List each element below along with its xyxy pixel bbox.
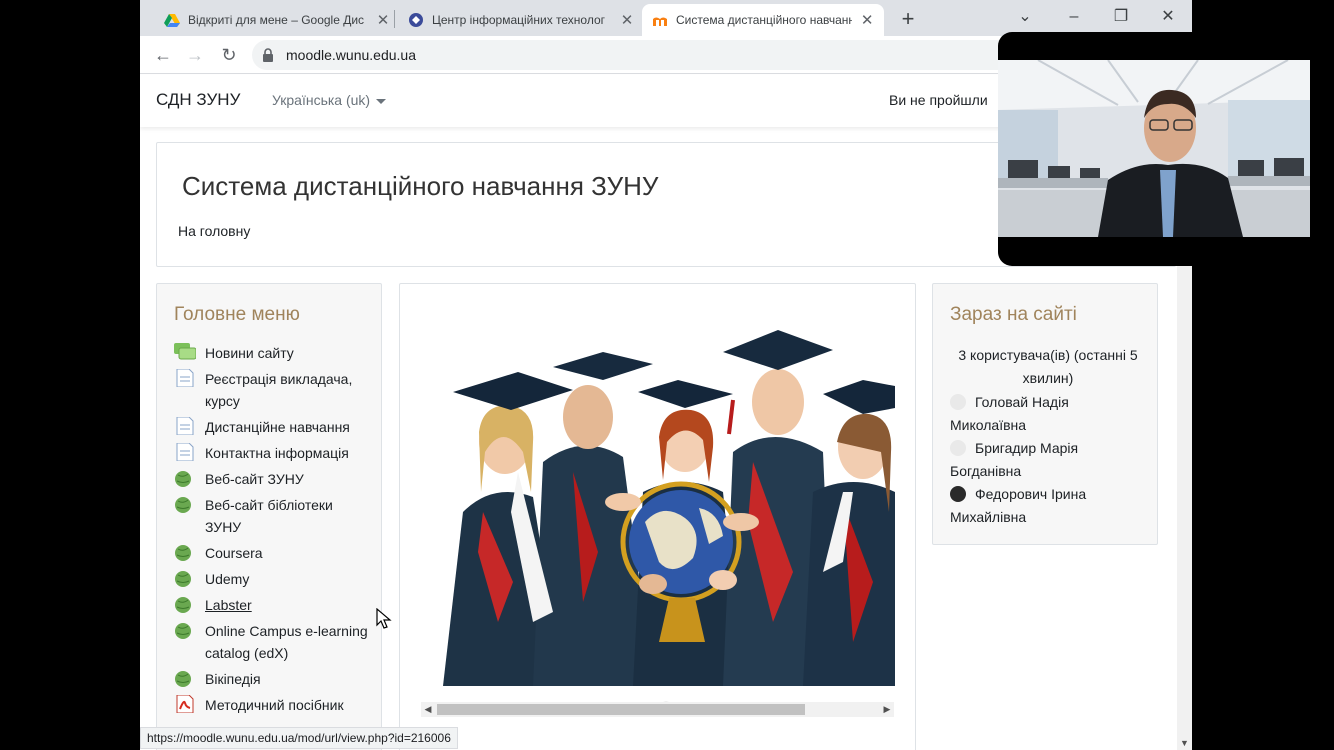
graduates-globe-photo bbox=[423, 322, 895, 686]
url-globe-icon bbox=[175, 671, 191, 687]
menu-item-label: Контактна інформація bbox=[205, 445, 349, 461]
online-user[interactable]: Головай Надія Миколаївна bbox=[950, 391, 1146, 437]
menu-item-label: Udemy bbox=[205, 571, 250, 587]
breadcrumb-home[interactable]: На головну bbox=[178, 223, 250, 239]
menu-item-labster[interactable]: Labster bbox=[174, 594, 370, 616]
back-button[interactable]: ← bbox=[152, 44, 174, 66]
screen: Відкриті для мене – Google Дис ✕ Центр і… bbox=[0, 0, 1334, 750]
horizontal-scrollbar[interactable]: ◀ ▶ bbox=[421, 702, 894, 717]
online-users-block: Зараз на сайті 3 користувача(ів) (останн… bbox=[932, 283, 1158, 545]
menu-item-news[interactable]: Новини сайту bbox=[174, 342, 370, 364]
url-globe-icon bbox=[175, 623, 191, 639]
google-drive-icon bbox=[164, 14, 180, 27]
slider-block: ◀ ▶ bbox=[399, 283, 916, 750]
site-brand[interactable]: СДН ЗУНУ bbox=[156, 90, 240, 110]
mouse-cursor-icon bbox=[376, 608, 392, 629]
menu-item-label: Веб-сайт бібліотеки ЗУНУ bbox=[205, 497, 333, 535]
tab-it-center[interactable]: Центр інформаційних технолог ✕ bbox=[398, 4, 644, 36]
menu-item-label: Coursera bbox=[205, 545, 263, 561]
url-globe-icon bbox=[175, 571, 191, 587]
scroll-down-icon[interactable]: ▼ bbox=[1177, 738, 1192, 748]
menu-item-distance-learning[interactable]: Дистанційне навчання bbox=[174, 416, 370, 438]
url-globe-icon bbox=[175, 597, 191, 613]
menu-item-label: Методичний посібник bbox=[205, 697, 344, 713]
language-label: Українська (uk) bbox=[272, 92, 371, 108]
tab-title: Відкриті для мене – Google Дис bbox=[188, 13, 365, 27]
menu-item-edx[interactable]: Online Campus e-learning catalog (edX) bbox=[174, 620, 370, 664]
block-title: Головне меню bbox=[174, 304, 300, 325]
tab-title: Система дистанційного навчання bbox=[676, 13, 853, 27]
page-icon bbox=[176, 417, 194, 435]
user-name: Бригадир Марія Богданівна bbox=[950, 440, 1079, 479]
photo-avatar-icon bbox=[950, 486, 966, 502]
minimize-button[interactable]: – bbox=[1051, 4, 1097, 30]
url-globe-icon bbox=[175, 497, 191, 513]
tab-close-icon[interactable]: ✕ bbox=[620, 11, 634, 29]
default-avatar-icon bbox=[950, 394, 966, 410]
menu-item-label: Реєстрація викладача, курсу bbox=[205, 371, 353, 409]
moodle-favicon-icon bbox=[653, 17, 667, 26]
scroll-right-icon[interactable]: ▶ bbox=[880, 702, 894, 717]
lock-icon bbox=[263, 48, 273, 62]
tab-moodle[interactable]: Система дистанційного навчання ✕ bbox=[642, 4, 884, 36]
url-globe-icon bbox=[175, 471, 191, 487]
menu-item-registration[interactable]: Реєстрація викладача, курсу bbox=[174, 368, 370, 412]
online-user[interactable]: Федорович Ірина Михайлівна bbox=[950, 483, 1146, 529]
url-text: moodle.wunu.edu.ua bbox=[286, 47, 416, 63]
page-icon bbox=[176, 443, 194, 461]
main-menu-list: Новини сайту Реєстрація викладача, курсу… bbox=[174, 342, 370, 720]
main-menu-block: Головне меню Новини сайту Реєстрація вик… bbox=[156, 283, 382, 750]
menu-item-manual[interactable]: Методичний посібник bbox=[174, 694, 370, 716]
webcam-overlay bbox=[998, 32, 1326, 266]
forward-button[interactable]: → bbox=[184, 44, 206, 66]
menu-item-contacts[interactable]: Контактна інформація bbox=[174, 442, 370, 464]
tab-title: Центр інформаційних технолог bbox=[432, 13, 606, 27]
user-name: Головай Надія Миколаївна bbox=[950, 394, 1069, 433]
block-title: Зараз на сайті bbox=[950, 304, 1077, 325]
tab-strip: Відкриті для мене – Google Дис ✕ Центр і… bbox=[140, 0, 1192, 36]
user-name: Федорович Ірина Михайлівна bbox=[950, 486, 1087, 525]
online-user[interactable]: Бригадир Марія Богданівна bbox=[950, 437, 1146, 483]
tab-search-chevron-icon[interactable]: ⌄ bbox=[1002, 4, 1048, 30]
page-icon bbox=[176, 369, 194, 387]
menu-item-label: Дистанційне навчання bbox=[205, 419, 350, 435]
tab-close-icon[interactable]: ✕ bbox=[860, 11, 874, 29]
new-tab-button[interactable]: + bbox=[898, 6, 918, 32]
address-bar[interactable]: moodle.wunu.edu.ua bbox=[252, 40, 1112, 70]
login-info: Ви не пройшли bbox=[889, 92, 988, 108]
menu-item-label: Labster bbox=[205, 597, 252, 613]
restore-button[interactable]: ❐ bbox=[1098, 4, 1144, 30]
url-globe-icon bbox=[175, 545, 191, 561]
globe-favicon-icon bbox=[409, 13, 423, 27]
scroll-thumb[interactable] bbox=[437, 704, 805, 715]
tab-google-drive[interactable]: Відкриті для мене – Google Дис ✕ bbox=[154, 4, 400, 36]
close-window-button[interactable]: ✕ bbox=[1145, 4, 1191, 30]
page-title: Система дистанційного навчання ЗУНУ bbox=[182, 171, 659, 201]
caret-down-icon bbox=[376, 98, 387, 104]
presenter-video bbox=[998, 60, 1310, 237]
link-status-bar: https://moodle.wunu.edu.ua/mod/url/view.… bbox=[140, 727, 458, 749]
scroll-left-icon[interactable]: ◀ bbox=[421, 702, 435, 717]
menu-item-label: Вікіпедія bbox=[205, 671, 261, 687]
default-avatar-icon bbox=[950, 440, 966, 456]
menu-item-website[interactable]: Веб-сайт ЗУНУ bbox=[174, 468, 370, 490]
menu-item-label: Новини сайту bbox=[205, 345, 294, 361]
online-count: 3 користувача(ів) (останні 5 хвилин) bbox=[958, 347, 1138, 386]
menu-item-label: Online Campus e-learning catalog (edX) bbox=[205, 623, 368, 661]
reload-button[interactable]: ↻ bbox=[218, 44, 240, 66]
forum-icon bbox=[174, 343, 196, 360]
menu-item-library[interactable]: Веб-сайт бібліотеки ЗУНУ bbox=[174, 494, 370, 538]
slide-image[interactable] bbox=[423, 322, 895, 686]
pdf-icon bbox=[176, 695, 194, 713]
language-menu[interactable]: Українська (uk) bbox=[272, 92, 387, 108]
tab-close-icon[interactable]: ✕ bbox=[376, 11, 390, 29]
tab-divider bbox=[394, 10, 395, 28]
menu-item-label: Веб-сайт ЗУНУ bbox=[205, 471, 304, 487]
menu-item-wikipedia[interactable]: Вікіпедія bbox=[174, 668, 370, 690]
menu-item-udemy[interactable]: Udemy bbox=[174, 568, 370, 590]
menu-item-coursera[interactable]: Coursera bbox=[174, 542, 370, 564]
